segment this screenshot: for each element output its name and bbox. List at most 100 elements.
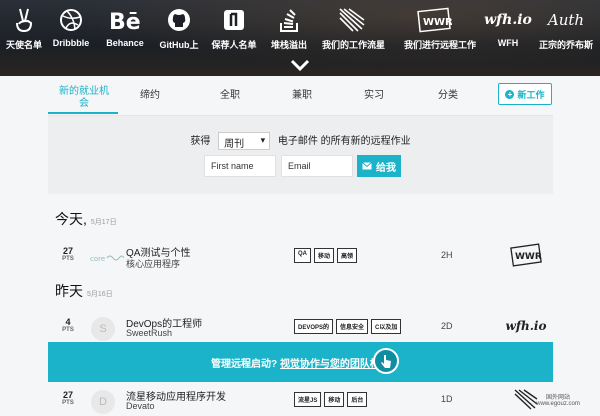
wfh-source-icon: wfh.io xyxy=(505,313,547,339)
nav-behance[interactable]: Bē Behance xyxy=(95,6,155,48)
active-tab-indicator xyxy=(48,112,118,114)
day-heading: 昨天 5月16日 xyxy=(55,281,113,301)
nav-label: 我们的工作流星 xyxy=(322,40,386,50)
company-name: 核心应用程序 xyxy=(126,259,181,269)
nav-label: 保荐人名单 xyxy=(211,40,257,50)
job-tags: DEVOPS的 信息安全 C以及加 xyxy=(294,319,402,334)
job-tags: QA 移动 高领 xyxy=(294,248,358,263)
day-label: 昨天 xyxy=(55,283,83,299)
day-date: 5月17日 xyxy=(90,219,117,226)
points-value: 4 xyxy=(65,317,71,327)
tab-internship[interactable]: 实习 xyxy=(364,86,384,101)
wfh-source-text: wfh.io xyxy=(505,319,547,333)
points-value: 27 xyxy=(62,390,73,400)
svg-text:WWR: WWR xyxy=(515,252,542,262)
wwr-icon: WWR xyxy=(404,6,464,34)
nav-label: 堆栈溢出 xyxy=(270,40,307,50)
svg-text:Bē: Bē xyxy=(109,10,141,32)
job-tag[interactable]: 高领 xyxy=(337,248,358,263)
nav-meteor[interactable]: 我们的工作流星 xyxy=(322,6,386,51)
job-tag[interactable]: 移动 xyxy=(314,248,335,263)
job-row[interactable]: 27 PTS core QA测试与个性 核心应用程序 QA 移动 高领 2H W… xyxy=(48,240,553,284)
mail-icon xyxy=(362,162,372,170)
subscribe-button[interactable]: 给我 xyxy=(357,155,401,177)
points-unit: PTS xyxy=(62,400,74,406)
nav-authentic-jobs[interactable]: Auth 正宗的乔布斯 xyxy=(536,6,596,51)
job-tag[interactable]: 后台 xyxy=(347,392,368,407)
day-label: 今天, xyxy=(55,211,87,227)
day-heading: 今天, 5月17日 xyxy=(55,209,117,229)
subscribe-sentence: 获得 周刊 电子邮件 的所有新的远程作业 xyxy=(48,132,553,151)
pointer-cursor-icon xyxy=(373,348,399,374)
tab-new-jobs[interactable]: 新的就业机会 xyxy=(56,86,112,110)
job-age: 2D xyxy=(441,321,453,331)
frequency-select[interactable]: 周刊 xyxy=(218,132,271,151)
company-initial: S xyxy=(91,317,115,341)
site-header: 天使名单 Dribbble Bē Behance GitHub上 保荐人名单 堆… xyxy=(0,0,600,76)
category-tabs: 新的就业机会 缔约 全职 兼职 实习 分类 xyxy=(48,80,553,114)
dribbble-icon xyxy=(41,6,101,34)
points: 4 PTS xyxy=(56,317,80,333)
nav-producthunt[interactable]: 保荐人名单 xyxy=(204,6,264,51)
authentic-jobs-icon: Auth xyxy=(536,6,596,34)
tab-full-time[interactable]: 全职 xyxy=(220,86,240,101)
job-tag[interactable]: 流星JS xyxy=(294,392,322,407)
company-name: Devato xyxy=(126,401,155,411)
auth-logo-text: Auth xyxy=(547,11,585,29)
plus-icon: + xyxy=(505,89,515,99)
svg-text:core: core xyxy=(90,255,105,263)
tab-part-time[interactable]: 兼职 xyxy=(292,86,312,101)
job-tags: 流星JS 移动 后台 xyxy=(294,392,368,407)
nav-label: GitHub上 xyxy=(159,40,199,50)
nav-label: Behance xyxy=(106,38,144,48)
company-initial: D xyxy=(91,390,115,414)
email-input[interactable]: Email xyxy=(281,155,353,177)
new-job-button[interactable]: + 新工作 xyxy=(498,83,552,105)
subscribe-prefix: 获得 xyxy=(190,136,211,147)
company-logo: D xyxy=(90,389,116,415)
job-tag[interactable]: 移动 xyxy=(324,392,345,407)
wfh-icon: wfh.io xyxy=(478,6,538,34)
stackoverflow-icon xyxy=(259,6,319,34)
job-age: 1D xyxy=(441,394,453,404)
nav-github[interactable]: GitHub上 xyxy=(149,6,209,51)
watermark: 国外网站 www.egouz.com xyxy=(528,392,588,407)
points-value: 27 xyxy=(62,246,73,256)
watermark-line: 国外网站 xyxy=(545,395,570,401)
meteor-icon xyxy=(322,6,382,34)
points: 27 PTS xyxy=(56,390,80,406)
job-tag[interactable]: C以及加 xyxy=(371,319,402,334)
wwr-source-icon: WWR xyxy=(508,242,544,268)
nav-stackoverflow[interactable]: 堆栈溢出 xyxy=(259,6,319,51)
collaboration-banner: 管理远程启动? 视觉协作与您的团队构建 xyxy=(48,342,553,382)
subscribe-panel: 获得 周刊 电子邮件 的所有新的远程作业 First name Email 给我 xyxy=(48,116,553,194)
banner-text: 管理远程启动? xyxy=(211,358,278,370)
first-name-input[interactable]: First name xyxy=(204,155,276,177)
job-tag[interactable]: QA xyxy=(294,248,311,263)
company-logo: core xyxy=(90,245,124,271)
points-unit: PTS xyxy=(62,327,74,333)
job-row[interactable]: 27 PTS D 流星移动应用程序开发 Devato 流星JS 移动 后台 1D xyxy=(48,384,553,416)
tab-categories[interactable]: 分类 xyxy=(438,86,458,101)
nav-wfh[interactable]: wfh.io WFH xyxy=(478,6,538,48)
behance-icon: Bē xyxy=(95,6,155,34)
subscribe-suffix: 电子邮件 的所有新的远程作业 xyxy=(277,136,411,147)
nav-label: 我们进行远程工作 xyxy=(404,40,477,50)
wfh-logo-text: wfh.io xyxy=(484,12,532,28)
subscribe-button-label: 给我 xyxy=(376,162,396,174)
new-job-label: 新工作 xyxy=(517,89,545,100)
nav-wwr[interactable]: WWR 我们进行远程工作 xyxy=(404,6,477,51)
company-name: SweetRush xyxy=(126,328,173,338)
nav-dribbble[interactable]: Dribbble xyxy=(41,6,101,48)
nav-label: 正宗的乔布斯 xyxy=(538,40,593,50)
day-date: 5月16日 xyxy=(87,291,113,298)
job-tag[interactable]: DEVOPS的 xyxy=(294,319,334,334)
tab-contract[interactable]: 缔约 xyxy=(140,86,160,101)
watermark-line: www.egouz.com xyxy=(536,401,580,407)
chevron-down-icon[interactable] xyxy=(289,58,311,77)
points: 27 PTS xyxy=(56,246,80,262)
job-tag[interactable]: 信息安全 xyxy=(336,319,369,334)
producthunt-icon xyxy=(204,6,264,34)
company-logo: S xyxy=(90,316,116,342)
nav-label: WFH xyxy=(497,38,519,48)
